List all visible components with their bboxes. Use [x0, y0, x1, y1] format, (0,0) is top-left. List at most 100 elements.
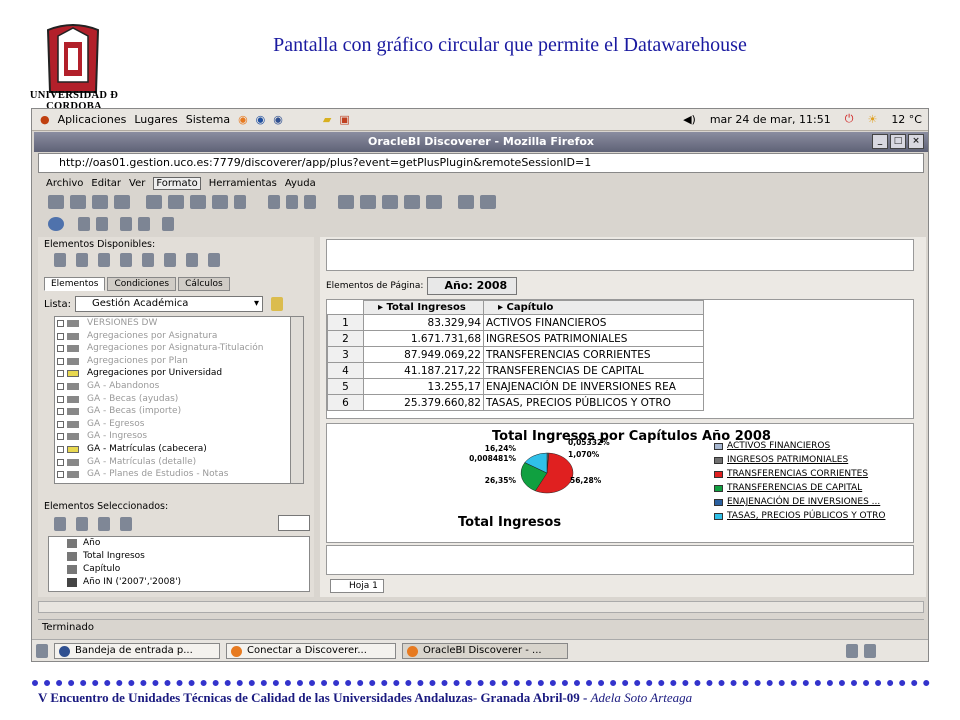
- tree-item[interactable]: VERSIONES DW: [55, 317, 303, 330]
- table-row[interactable]: 3 87.949.069,22 TRANSFERENCIAS CORRIENTES: [327, 346, 704, 363]
- properties-icon[interactable]: [186, 253, 198, 267]
- calc-small-icon[interactable]: [120, 253, 132, 267]
- selected-item[interactable]: Año IN ('2007','2008'): [49, 576, 309, 589]
- menu-herramientas[interactable]: Herramientas: [209, 178, 277, 189]
- clock[interactable]: mar 24 de mar, 11:51: [710, 113, 831, 126]
- pie-chart[interactable]: 0,05332% 1,070% 56,28% 26,35% 0,008481%16,24…: [432, 437, 662, 507]
- print-icon[interactable]: [114, 195, 130, 209]
- expand-icon[interactable]: [57, 420, 64, 428]
- close-button[interactable]: ×: [908, 134, 924, 149]
- filter-small-icon[interactable]: [142, 253, 154, 267]
- menu-sistema[interactable]: Sistema: [186, 113, 230, 126]
- lista-select[interactable]: Gestión Académica ▾: [74, 296, 263, 312]
- shutdown-icon[interactable]: ⏻: [845, 112, 854, 126]
- legend-item[interactable]: TRANSFERENCIAS DE CAPITAL: [714, 483, 862, 493]
- legend-item[interactable]: INGRESOS PATRIMONIALES: [714, 455, 848, 465]
- selected-item[interactable]: Total Ingresos: [49, 550, 309, 563]
- expand-icon[interactable]: [57, 345, 64, 353]
- expand-icon[interactable]: [57, 458, 64, 466]
- percent-icon[interactable]: [360, 195, 376, 209]
- legend-item[interactable]: TRANSFERENCIAS CORRIENTES: [714, 469, 868, 479]
- delete-icon[interactable]: [208, 253, 220, 267]
- tree-item[interactable]: Agregaciones por Plan: [55, 355, 303, 368]
- expand-icon[interactable]: [57, 433, 64, 441]
- filter-icon[interactable]: [404, 195, 420, 209]
- horizontal-scrollbar[interactable]: [38, 601, 924, 613]
- dots-icon[interactable]: [162, 217, 174, 231]
- tree-item[interactable]: GA - Becas (importe): [55, 405, 303, 418]
- move-icon[interactable]: [54, 253, 66, 267]
- legend-item[interactable]: TASAS, PRECIOS PÚBLICOS Y OTRO: [714, 511, 885, 521]
- calc-icon[interactable]: [382, 195, 398, 209]
- panel-icon[interactable]: [120, 217, 132, 231]
- table-row[interactable]: 5 13.255,17 ENAJENACIÓN DE INVERSIONES REA: [327, 378, 704, 395]
- tree-item[interactable]: GA - Becas (ayudas): [55, 393, 303, 406]
- tree-scrollbar[interactable]: [290, 316, 304, 484]
- sum-icon[interactable]: [338, 195, 354, 209]
- tree-item[interactable]: GA - Abandonos: [55, 380, 303, 393]
- table-icon[interactable]: [168, 195, 184, 209]
- tab-elementos[interactable]: Elementos: [44, 277, 106, 291]
- expand-icon[interactable]: [57, 320, 64, 327]
- gnome-foot-icon[interactable]: ●: [40, 113, 50, 126]
- tab-calculos[interactable]: Cálculos: [178, 277, 230, 291]
- condition-icon[interactable]: [426, 195, 442, 209]
- tree-item[interactable]: GA - Planes de Estudios - Notas: [55, 468, 303, 481]
- sort-asc-icon[interactable]: [268, 195, 280, 209]
- tree-item[interactable]: GA - Matrículas (cabecera): [55, 443, 303, 456]
- expand-icon[interactable]: [57, 370, 64, 378]
- open-icon[interactable]: [70, 195, 86, 209]
- sheet-tab[interactable]: Hoja 1: [330, 579, 384, 593]
- show-desktop-icon[interactable]: [36, 643, 48, 658]
- grid-icon[interactable]: [96, 217, 108, 231]
- view-options-button[interactable]: [278, 515, 310, 531]
- task-thunderbird[interactable]: Bandeja de entrada p...: [54, 642, 220, 659]
- legend-item[interactable]: ACTIVOS FINANCIEROS: [714, 441, 830, 451]
- menu-ayuda[interactable]: Ayuda: [285, 178, 316, 189]
- new-workbook-icon[interactable]: [48, 195, 64, 209]
- move-selected-icon[interactable]: [54, 517, 66, 531]
- expand-icon[interactable]: [57, 408, 64, 416]
- workspace-icon[interactable]: [846, 643, 858, 658]
- menu-archivo[interactable]: Archivo: [46, 178, 83, 189]
- percent-small-icon[interactable]: [98, 253, 110, 267]
- crosstab-icon[interactable]: [190, 195, 206, 209]
- firefox-launcher-icon[interactable]: ◉: [238, 113, 248, 126]
- graph-icon[interactable]: [212, 195, 228, 209]
- menu-formato[interactable]: Formato: [153, 176, 201, 190]
- table-row[interactable]: 4 41.187.217,22 TRANSFERENCIAS DE CAPITAL: [327, 362, 704, 379]
- notes-icon[interactable]: ▰: [323, 113, 331, 126]
- menu-lugares[interactable]: Lugares: [134, 113, 177, 126]
- page-item-select[interactable]: Año: 2008 ▾: [427, 277, 518, 308]
- table-row[interactable]: 6 25.379.660,82 TASAS, PRECIOS PÚBLICOS Y …: [327, 394, 704, 411]
- save-icon[interactable]: [92, 195, 108, 209]
- trash-icon[interactable]: [864, 643, 876, 658]
- tree-item[interactable]: GA - Egresos: [55, 418, 303, 431]
- properties-selected-icon[interactable]: [98, 517, 110, 531]
- sum-small-icon[interactable]: [76, 253, 88, 267]
- header-capitulo[interactable]: ▸ Capítulo: [483, 300, 704, 315]
- legend-item[interactable]: ENAJENACIÓN DE INVERSIONES ...: [714, 497, 880, 507]
- align-icon[interactable]: [304, 195, 316, 209]
- menu-ver[interactable]: Ver: [129, 178, 145, 189]
- elements-tree[interactable]: VERSIONES DW Agregaciones por Asignatura A…: [54, 316, 304, 484]
- table-row[interactable]: 1 83.329,94 ACTIVOS FINANCIEROS: [327, 314, 704, 331]
- delete-selected-icon[interactable]: [120, 517, 132, 531]
- task-oraclebi[interactable]: OracleBI Discoverer - ...: [402, 642, 568, 659]
- maximize-button[interactable]: □: [890, 134, 906, 149]
- drill-up-icon[interactable]: [458, 195, 474, 209]
- help-icon[interactable]: ◉: [256, 113, 266, 126]
- header-total-ingresos[interactable]: ▸ Total Ingresos: [363, 300, 484, 315]
- tab-condiciones[interactable]: Condiciones: [107, 277, 177, 291]
- expand-icon[interactable]: [57, 382, 64, 390]
- selected-item[interactable]: Año: [49, 537, 309, 550]
- edit-icon[interactable]: [164, 253, 176, 267]
- edit-selected-icon[interactable]: [76, 517, 88, 531]
- layout-icon[interactable]: [78, 217, 90, 231]
- refresh-icon[interactable]: [234, 195, 246, 209]
- menu-editar[interactable]: Editar: [91, 178, 121, 189]
- expand-icon[interactable]: [57, 471, 64, 479]
- table-row[interactable]: 2 1.671.731,68 INGRESOS PATRIMONIALES: [327, 330, 704, 347]
- task-conectar[interactable]: Conectar a Discoverer...: [226, 642, 396, 659]
- search-icon[interactable]: [270, 297, 283, 311]
